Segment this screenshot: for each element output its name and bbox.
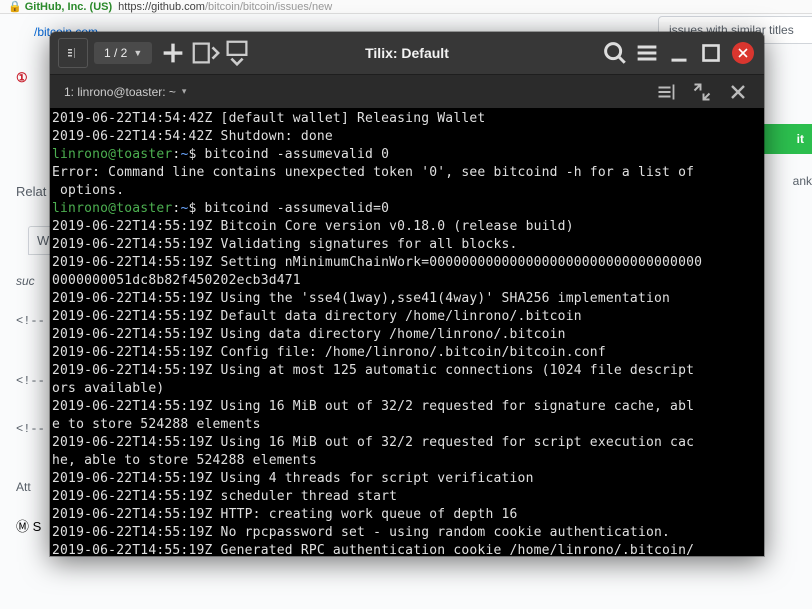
markdown-icon[interactable]: Ⓜ S (16, 516, 41, 535)
tilix-window: Tilix: Default 1 / 2 ▼ (50, 32, 764, 556)
url-path: /bitcoin/bitcoin/issues/new (205, 1, 332, 13)
chevron-down-icon[interactable]: ▾ (182, 86, 187, 97)
terminal-output[interactable]: 2019-06-22T14:54:42Z [default wallet] Re… (50, 108, 764, 556)
success-text: suc (16, 274, 35, 288)
template-comment: <!-- (16, 374, 45, 388)
window-titlebar[interactable]: Tilix: Default 1 / 2 ▼ (50, 32, 764, 74)
related-label: Relat (16, 184, 46, 199)
terminal-tab-bar: 1: linrono@toaster: ~ ▾ (50, 74, 764, 108)
terminal-tab[interactable]: 1: linrono@toaster: ~ ▾ (56, 79, 194, 105)
split-down-icon[interactable] (222, 38, 252, 68)
session-pager[interactable]: 1 / 2 ▼ (94, 42, 152, 64)
url-host: https://github.com (118, 1, 205, 13)
tab-label: 1: linrono@toaster: ~ (64, 85, 176, 99)
terminal-hamburger-icon[interactable] (58, 38, 88, 68)
split-right-icon[interactable] (190, 38, 220, 68)
page-indicator: 1 / 2 (104, 46, 127, 60)
template-comment: <!-- (16, 314, 45, 328)
close-button[interactable] (732, 42, 754, 64)
chevron-down-icon: ▼ (133, 48, 142, 58)
input-sync-icon[interactable] (654, 80, 678, 104)
app-menu-icon[interactable] (632, 38, 662, 68)
site-identity-badge[interactable]: 🔒 GitHub, Inc. (US) (8, 0, 112, 13)
submit-issue-button[interactable]: it (758, 124, 812, 154)
search-icon[interactable] (600, 38, 630, 68)
maximize-button[interactable] (696, 38, 726, 68)
minimize-button[interactable] (664, 38, 694, 68)
required-marker-icon: ① (16, 70, 28, 86)
template-comment: <!-- (16, 422, 45, 436)
pane-maximize-icon[interactable] (690, 80, 714, 104)
pane-close-icon[interactable] (726, 80, 750, 104)
browser-address-bar: 🔒 GitHub, Inc. (US) https://github.com /… (0, 0, 812, 14)
thanks-text: anks (793, 174, 812, 188)
attach-label[interactable]: Att (16, 480, 31, 494)
add-terminal-button[interactable] (158, 38, 188, 68)
